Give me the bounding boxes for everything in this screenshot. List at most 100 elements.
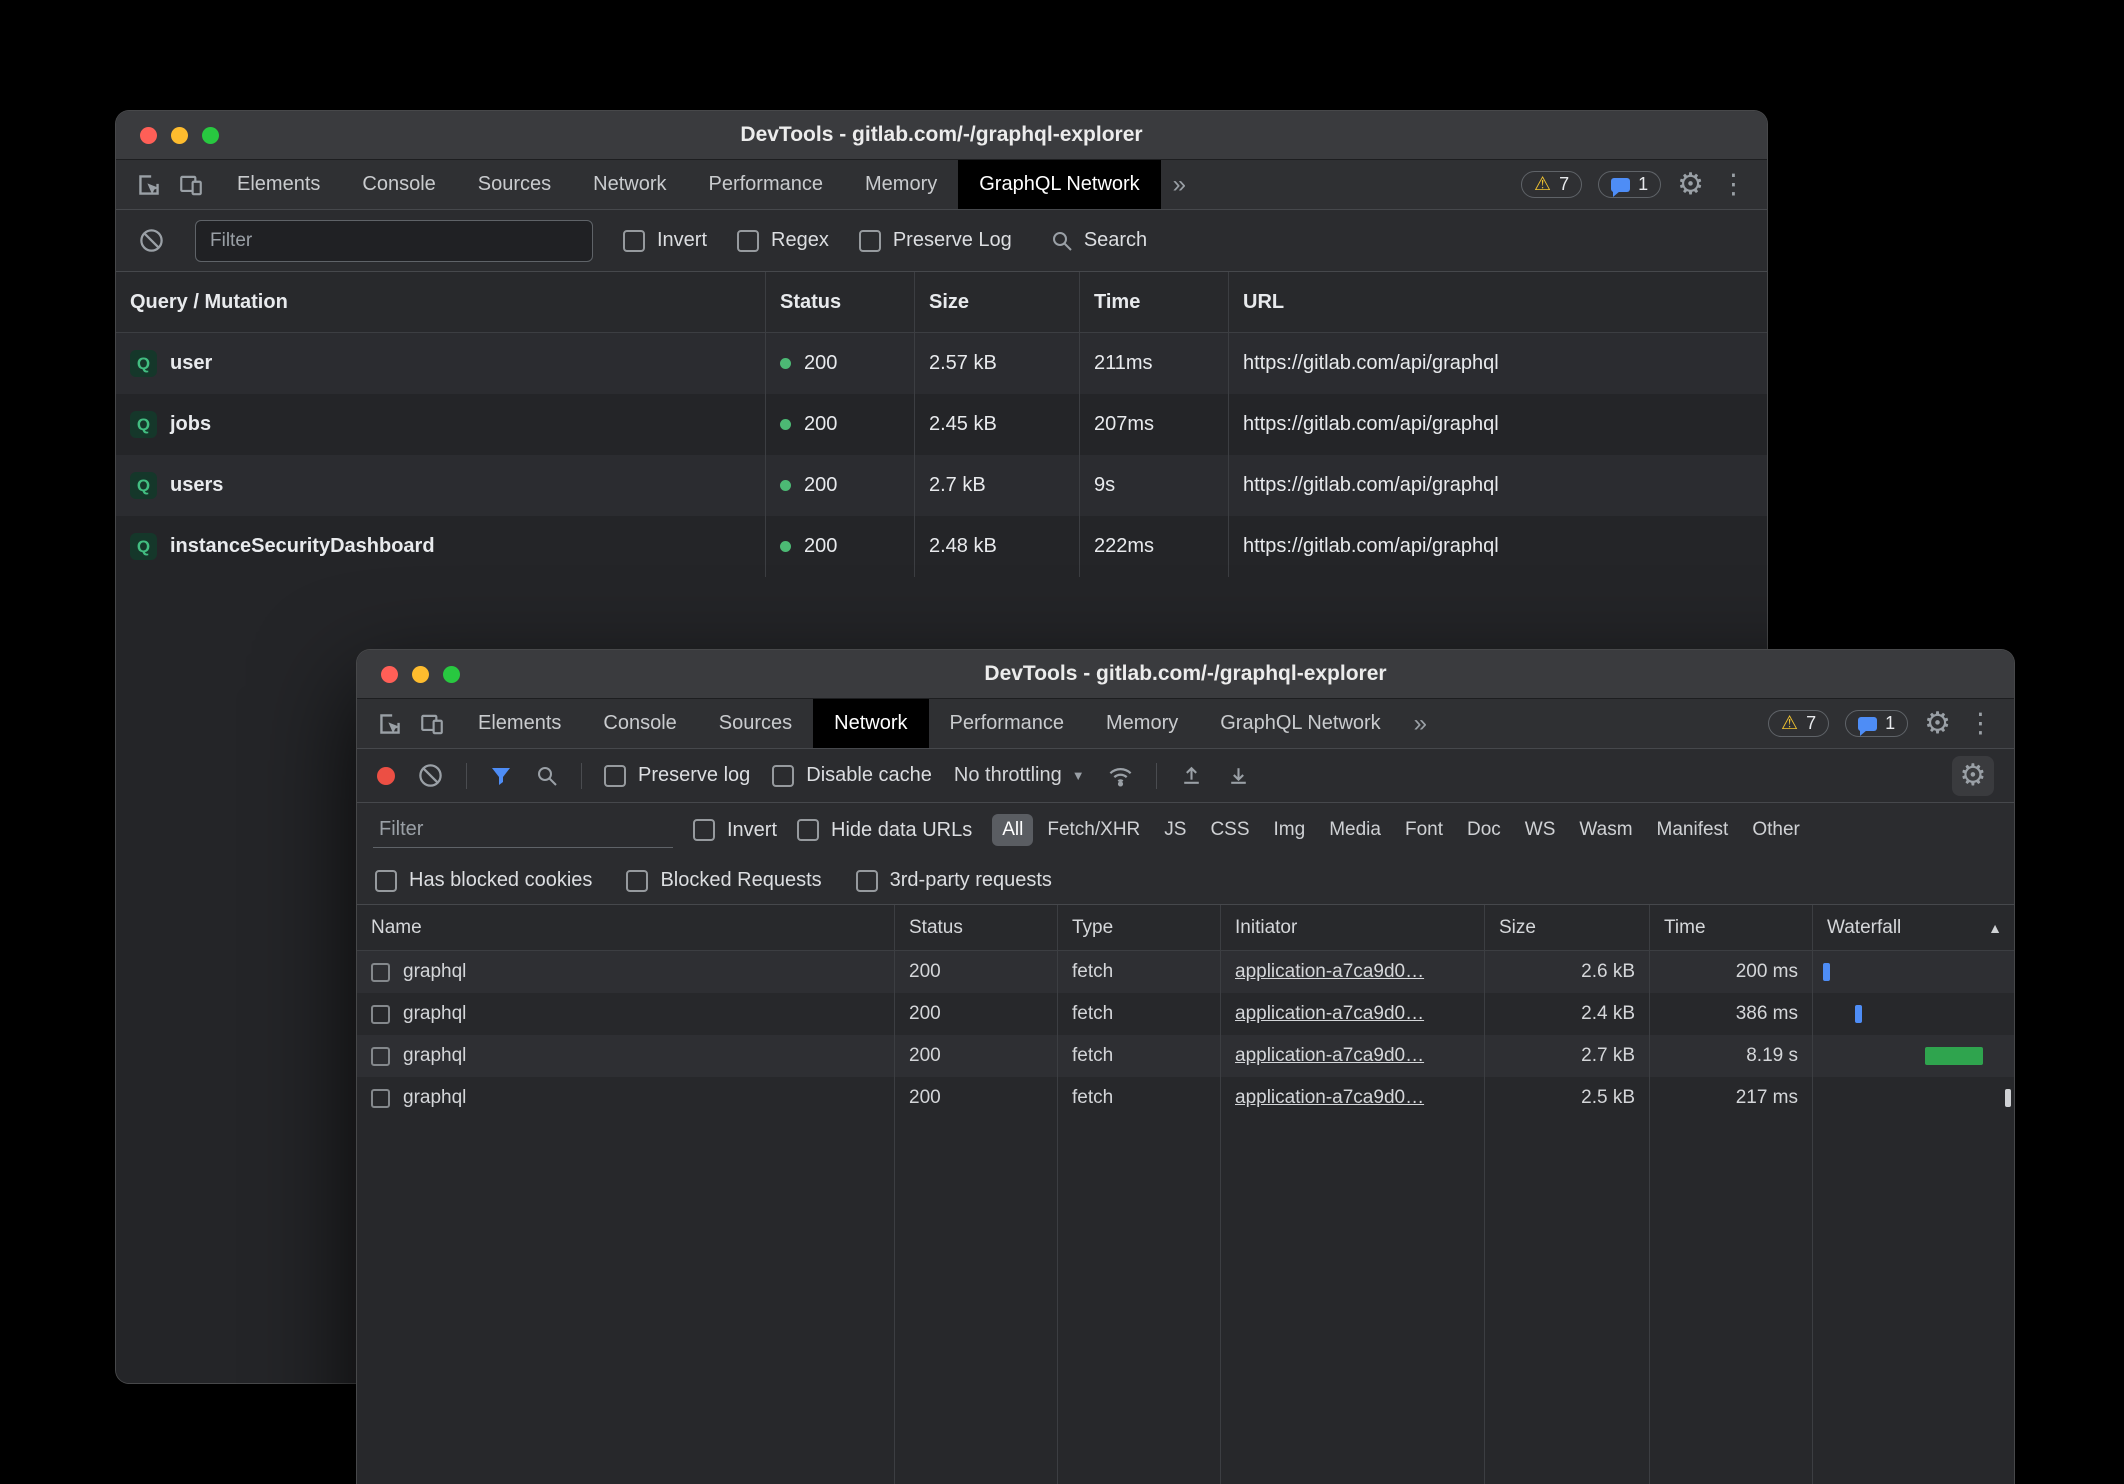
col-time[interactable]: Time	[1650, 905, 1813, 950]
throttling-select[interactable]: No throttling ▼	[954, 764, 1085, 787]
warnings-badge[interactable]: ⚠ 7	[1768, 710, 1829, 737]
tab-console[interactable]: Console	[582, 699, 697, 748]
tab-performance[interactable]: Performance	[929, 699, 1086, 748]
filter-type-other[interactable]: Other	[1742, 814, 1810, 846]
tab-network[interactable]: Network	[572, 160, 687, 209]
search-button[interactable]: Search	[1050, 229, 1147, 253]
filter-type-fetch-xhr[interactable]: Fetch/XHR	[1037, 814, 1150, 846]
filter-type-font[interactable]: Font	[1395, 814, 1453, 846]
col-status[interactable]: Status	[766, 272, 915, 332]
device-toolbar-icon[interactable]	[419, 711, 445, 737]
clear-icon[interactable]	[417, 762, 444, 789]
col-size[interactable]: Size	[1485, 905, 1650, 950]
col-type[interactable]: Type	[1058, 905, 1221, 950]
preserve-log-checkbox-group[interactable]: Preserve log	[604, 764, 750, 787]
tab-graphql-network[interactable]: GraphQL Network	[1199, 699, 1401, 748]
invert-checkbox[interactable]	[693, 819, 715, 841]
tab-performance[interactable]: Performance	[688, 160, 845, 209]
filter-type-manifest[interactable]: Manifest	[1647, 814, 1739, 846]
row-checkbox[interactable]	[371, 963, 390, 982]
export-har-icon[interactable]	[1226, 763, 1251, 788]
col-initiator[interactable]: Initiator	[1221, 905, 1485, 950]
close-button[interactable]	[140, 127, 157, 144]
invert-checkbox-group[interactable]: Invert	[693, 819, 777, 842]
inspect-icon[interactable]	[377, 711, 403, 737]
blocked-requests-group[interactable]: Blocked Requests	[626, 869, 821, 892]
filter-type-js[interactable]: JS	[1154, 814, 1196, 846]
record-icon[interactable]	[377, 767, 395, 785]
device-toolbar-icon[interactable]	[178, 172, 204, 198]
initiator-link[interactable]: application-a7ca9d0…	[1235, 1087, 1424, 1109]
issues-badge[interactable]: 1	[1845, 710, 1908, 737]
preserve-log-checkbox[interactable]	[604, 765, 626, 787]
settings-gear-icon[interactable]: ⚙	[1677, 170, 1704, 200]
filter-funnel-icon[interactable]	[489, 764, 513, 788]
invert-checkbox[interactable]	[623, 230, 645, 252]
hide-data-urls-checkbox[interactable]	[797, 819, 819, 841]
zoom-button[interactable]	[443, 666, 460, 683]
network-row[interactable]: graphql 200 fetch application-a7ca9d0… 2…	[357, 1077, 2014, 1119]
has-blocked-cookies-checkbox[interactable]	[375, 870, 397, 892]
inspect-icon[interactable]	[136, 172, 162, 198]
tab-sources[interactable]: Sources	[457, 160, 572, 209]
tab-network[interactable]: Network	[813, 699, 928, 748]
network-settings-button[interactable]: ⚙	[1952, 756, 1994, 796]
tab-graphql-network[interactable]: GraphQL Network	[958, 160, 1160, 209]
filter-input[interactable]	[195, 220, 593, 262]
preserve-log-checkbox[interactable]	[859, 230, 881, 252]
initiator-link[interactable]: application-a7ca9d0…	[1235, 961, 1424, 983]
network-row[interactable]: graphql 200 fetch application-a7ca9d0… 2…	[357, 993, 2014, 1035]
filter-type-doc[interactable]: Doc	[1457, 814, 1511, 846]
table-row[interactable]: Q users 200 2.7 kB 9s https://gitlab.com…	[116, 455, 1767, 516]
more-tabs-icon[interactable]: »	[1161, 160, 1198, 209]
more-tabs-icon[interactable]: »	[1402, 699, 1439, 748]
import-har-icon[interactable]	[1179, 763, 1204, 788]
tab-memory[interactable]: Memory	[844, 160, 958, 209]
hide-data-urls-checkbox-group[interactable]: Hide data URLs	[797, 819, 972, 842]
col-query-mutation[interactable]: Query / Mutation	[116, 272, 766, 332]
blocked-requests-checkbox[interactable]	[626, 870, 648, 892]
zoom-button[interactable]	[202, 127, 219, 144]
initiator-link[interactable]: application-a7ca9d0…	[1235, 1045, 1424, 1067]
table-row[interactable]: Q user 200 2.57 kB 211ms https://gitlab.…	[116, 333, 1767, 394]
network-conditions-icon[interactable]	[1107, 762, 1134, 789]
clear-icon[interactable]	[138, 227, 165, 254]
row-checkbox[interactable]	[371, 1005, 390, 1024]
preserve-log-checkbox-group[interactable]: Preserve Log	[859, 229, 1012, 252]
minimize-button[interactable]	[412, 666, 429, 683]
close-button[interactable]	[381, 666, 398, 683]
filter-type-img[interactable]: Img	[1264, 814, 1316, 846]
third-party-requests-checkbox[interactable]	[856, 870, 878, 892]
filter-type-ws[interactable]: WS	[1515, 814, 1566, 846]
row-checkbox[interactable]	[371, 1047, 390, 1066]
col-time[interactable]: Time	[1080, 272, 1229, 332]
disable-cache-checkbox[interactable]	[772, 765, 794, 787]
has-blocked-cookies-group[interactable]: Has blocked cookies	[375, 869, 592, 892]
tab-sources[interactable]: Sources	[698, 699, 813, 748]
settings-gear-icon[interactable]: ⚙	[1924, 709, 1951, 739]
warnings-badge[interactable]: ⚠ 7	[1521, 171, 1582, 198]
tab-memory[interactable]: Memory	[1085, 699, 1199, 748]
tab-console[interactable]: Console	[341, 160, 456, 209]
titlebar[interactable]: DevTools - gitlab.com/-/graphql-explorer	[357, 650, 2014, 699]
tab-elements[interactable]: Elements	[216, 160, 341, 209]
col-size[interactable]: Size	[915, 272, 1080, 332]
titlebar[interactable]: DevTools - gitlab.com/-/graphql-explorer	[116, 111, 1767, 160]
row-checkbox[interactable]	[371, 1089, 390, 1108]
tab-elements[interactable]: Elements	[457, 699, 582, 748]
filter-type-css[interactable]: CSS	[1200, 814, 1259, 846]
more-menu-icon[interactable]: ⋮	[1720, 171, 1747, 198]
initiator-link[interactable]: application-a7ca9d0…	[1235, 1003, 1424, 1025]
network-row[interactable]: graphql 200 fetch application-a7ca9d0… 2…	[357, 1035, 2014, 1077]
network-row[interactable]: graphql 200 fetch application-a7ca9d0… 2…	[357, 951, 2014, 993]
invert-checkbox-group[interactable]: Invert	[623, 229, 707, 252]
filter-type-all[interactable]: All	[992, 814, 1033, 846]
regex-checkbox-group[interactable]: Regex	[737, 229, 829, 252]
table-row[interactable]: Q jobs 200 2.45 kB 207ms https://gitlab.…	[116, 394, 1767, 455]
col-status[interactable]: Status	[895, 905, 1058, 950]
col-waterfall[interactable]: Waterfall ▲	[1813, 905, 2015, 950]
third-party-requests-group[interactable]: 3rd-party requests	[856, 869, 1052, 892]
more-menu-icon[interactable]: ⋮	[1967, 710, 1994, 737]
col-name[interactable]: Name	[357, 905, 895, 950]
search-icon[interactable]	[535, 764, 559, 788]
